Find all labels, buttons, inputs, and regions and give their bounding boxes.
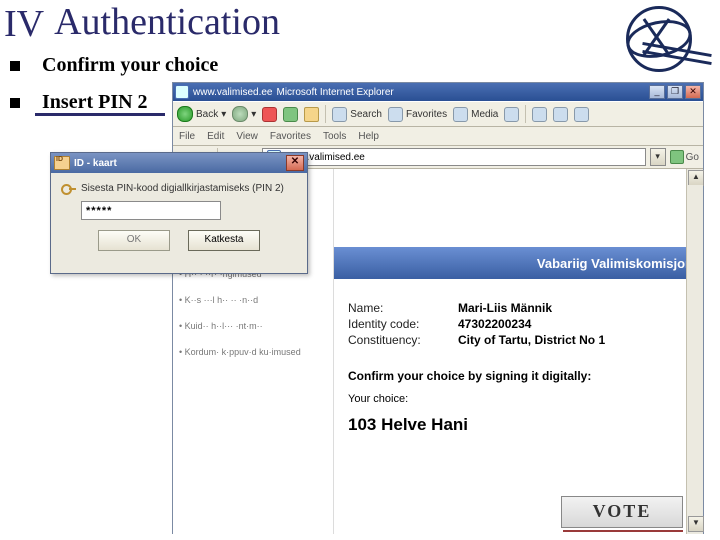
search-label: Search xyxy=(350,109,382,120)
menu-file[interactable]: File xyxy=(179,131,195,142)
id-card-icon xyxy=(54,156,70,170)
bullet-square-icon xyxy=(10,61,20,71)
address-input[interactable]: www.valimised.ee xyxy=(262,148,645,166)
page-main: Vabariig Valimiskomisjon Name:Mari-Liis … xyxy=(334,169,703,534)
title-number: IV xyxy=(0,0,54,46)
forward-icon xyxy=(232,106,248,122)
go-icon xyxy=(670,150,684,164)
media-button[interactable]: Media xyxy=(453,107,498,122)
favorites-button[interactable]: Favorites xyxy=(388,107,447,122)
mail-button[interactable] xyxy=(532,107,547,122)
media-label: Media xyxy=(471,109,498,120)
minimize-button[interactable]: _ xyxy=(649,85,665,99)
name-value: Mari-Liis Männik xyxy=(458,301,552,315)
maximize-button[interactable]: ❐ xyxy=(667,85,683,99)
forward-button[interactable]: ▾ xyxy=(232,106,256,122)
edit-button[interactable] xyxy=(574,107,589,122)
stop-button[interactable] xyxy=(262,107,277,122)
star-icon xyxy=(388,107,403,122)
confirm-instruction: Confirm your choice by signing it digita… xyxy=(348,369,689,383)
scroll-up-icon[interactable]: ▲ xyxy=(688,170,704,186)
browser-window: www.valimised.ee Microsoft Internet Expl… xyxy=(172,82,704,534)
browser-title-url: www.valimised.ee xyxy=(193,87,272,98)
chevron-down-icon: ▾ xyxy=(221,109,226,120)
pin-title: ID - kaart xyxy=(74,158,117,169)
bullet-underline xyxy=(35,113,165,116)
pin-ok-button[interactable]: OK xyxy=(98,230,170,251)
go-button[interactable]: Go xyxy=(670,150,699,164)
your-choice-label: Your choice: xyxy=(348,393,689,405)
menu-view[interactable]: View xyxy=(236,131,258,142)
bullet-square-icon xyxy=(10,98,20,108)
address-dropdown[interactable]: ▾ xyxy=(650,148,666,166)
vertical-scrollbar[interactable]: ▲ ▼ xyxy=(686,169,703,534)
pin-input[interactable]: ***** xyxy=(81,201,221,220)
search-button[interactable]: Search xyxy=(332,107,382,122)
nav-item[interactable]: • Kuid·· h··l··· ·nt·m·· xyxy=(179,321,327,331)
menu-tools[interactable]: Tools xyxy=(323,131,346,142)
media-icon xyxy=(453,107,468,122)
name-label: Name: xyxy=(348,301,458,315)
your-choice-value: 103 Helve Hani xyxy=(348,415,689,435)
back-label: Back xyxy=(196,109,218,120)
nav-item[interactable]: • K··s ···l h·· ·· ·n··d xyxy=(179,295,327,305)
browser-titlebar[interactable]: www.valimised.ee Microsoft Internet Expl… xyxy=(173,83,703,101)
back-icon xyxy=(177,106,193,122)
vote-button[interactable]: VOTE xyxy=(561,496,683,528)
home-button[interactable] xyxy=(304,107,319,122)
browser-toolbar: Back ▾ ▾ Search Favorites Media xyxy=(173,101,703,127)
constituency-value: City of Tartu, District No 1 xyxy=(458,333,605,347)
bullet-confirm: Confirm your choice xyxy=(10,54,720,77)
go-label: Go xyxy=(686,152,699,163)
pin-close-button[interactable]: ✕ xyxy=(286,155,304,171)
bullet-text: Confirm your choice xyxy=(42,54,218,77)
back-button[interactable]: Back ▾ xyxy=(177,106,226,122)
title-text: Authentication xyxy=(54,0,280,44)
identity-label: Identity code: xyxy=(348,317,458,331)
close-button[interactable]: ✕ xyxy=(685,85,701,99)
vote-underline xyxy=(563,530,683,532)
print-button[interactable] xyxy=(553,107,568,122)
slide-title-row: IV Authentication xyxy=(0,0,720,46)
bullet-text: Insert PIN 2 xyxy=(42,91,148,114)
pin-instruction: Sisesta PIN-kood digiallkirjastamiseks (… xyxy=(81,183,284,194)
ie-icon xyxy=(175,85,189,99)
identity-value: 47302200234 xyxy=(458,317,531,331)
pin-instruction-row: Sisesta PIN-kood digiallkirjastamiseks (… xyxy=(61,181,297,195)
pin-cancel-button[interactable]: Katkesta xyxy=(188,230,260,251)
menu-favorites[interactable]: Favorites xyxy=(270,131,311,142)
browser-title-app: Microsoft Internet Explorer xyxy=(276,87,393,98)
favorites-label: Favorites xyxy=(406,109,447,120)
header-band: Vabariig Valimiskomisjon xyxy=(334,247,703,279)
menu-help[interactable]: Help xyxy=(358,131,379,142)
voting-logo-icon xyxy=(622,2,694,74)
key-icon xyxy=(61,181,75,195)
refresh-button[interactable] xyxy=(283,107,298,122)
search-icon xyxy=(332,107,347,122)
browser-menubar: File Edit View Favorites Tools Help xyxy=(173,127,703,146)
nav-item[interactable]: • Kordum· k·ppuv·d ku·imused xyxy=(179,347,327,357)
scroll-down-icon[interactable]: ▼ xyxy=(688,516,704,532)
chevron-down-icon: ▾ xyxy=(251,109,256,120)
history-button[interactable] xyxy=(504,107,519,122)
pin-titlebar[interactable]: ID - kaart ✕ xyxy=(51,153,307,173)
constituency-label: Constituency: xyxy=(348,333,458,347)
pin-dialog: ID - kaart ✕ Sisesta PIN-kood digiallkir… xyxy=(50,152,308,274)
menu-edit[interactable]: Edit xyxy=(207,131,224,142)
